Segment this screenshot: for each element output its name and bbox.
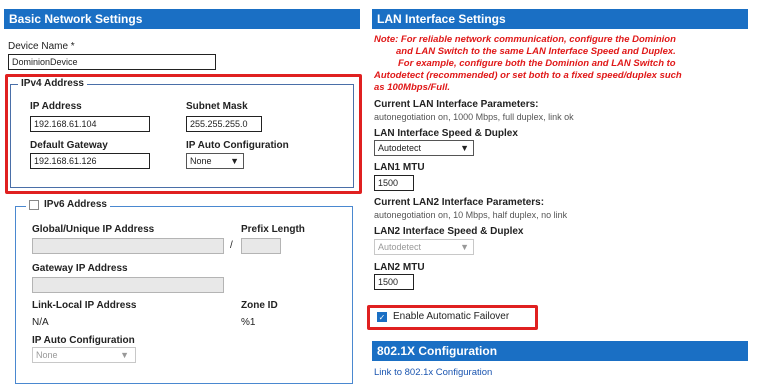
ipv4-legend: IPv4 Address <box>18 78 87 89</box>
lan-speed-label: LAN Interface Speed & Duplex <box>374 128 518 139</box>
dot1x-header: 802.1X Configuration <box>372 341 748 361</box>
chevron-down-icon: ▼ <box>460 143 469 153</box>
lan-note: Note: For reliable network communication… <box>374 34 754 94</box>
lan-interface-settings-title: LAN Interface Settings <box>377 12 506 26</box>
ipv6-legend-group: IPv6 Address <box>26 199 110 210</box>
ipv6-prefix-field[interactable] <box>241 238 281 254</box>
chevron-down-icon: ▼ <box>230 156 239 166</box>
lan2-current-params-value: autonegotiation on, 10 Mbps, half duplex… <box>374 210 568 220</box>
lan-note-line: and LAN Switch to the same LAN Interface… <box>396 46 676 57</box>
ipv6-global-field[interactable] <box>32 238 224 254</box>
ipv4-mask-field[interactable]: 255.255.255.0 <box>186 116 262 132</box>
basic-network-settings-header: Basic Network Settings <box>4 9 360 29</box>
ipv6-prefix-label: Prefix Length <box>241 224 305 235</box>
chevron-down-icon: ▼ <box>120 350 129 360</box>
device-name-label: Device Name * <box>8 41 75 52</box>
ipv4-fieldset <box>10 84 354 188</box>
ipv6-auto-config-select[interactable]: None ▼ <box>32 347 136 363</box>
ipv6-linklocal-label: Link-Local IP Address <box>32 300 137 311</box>
lan2-mtu-label: LAN2 MTU <box>374 262 425 273</box>
ipv4-ip-field[interactable]: 192.168.61.104 <box>30 116 150 132</box>
ipv6-slash: / <box>230 240 233 251</box>
lan-speed-select[interactable]: Autodetect ▼ <box>374 140 474 156</box>
lan2-current-params-label: Current LAN2 Interface Parameters: <box>374 197 545 208</box>
device-name-field[interactable]: DominionDevice <box>8 54 216 70</box>
lan-note-line: For example, configure both the Dominion… <box>398 58 676 69</box>
lan2-speed-select[interactable]: Autodetect ▼ <box>374 239 474 255</box>
ipv4-gateway-field[interactable]: 192.168.61.126 <box>30 153 150 169</box>
ipv4-ip-label: IP Address <box>30 101 82 112</box>
lan1-mtu-field[interactable]: 1500 <box>374 175 414 191</box>
lan1-mtu-label: LAN1 MTU <box>374 162 425 173</box>
lan2-speed-label: LAN2 Interface Speed & Duplex <box>374 226 524 237</box>
ipv4-auto-config-select[interactable]: None ▼ <box>186 153 244 169</box>
lan-note-line: Note: For reliable network communication… <box>374 34 676 45</box>
ipv6-enable-checkbox[interactable] <box>29 199 39 210</box>
dot1x-config-link[interactable]: Link to 802.1x Configuration <box>374 367 492 378</box>
lan-speed-value: Autodetect <box>378 143 422 153</box>
ipv6-zone-label: Zone ID <box>241 300 278 311</box>
ipv6-gateway-field[interactable] <box>32 277 224 293</box>
lan-note-line: Autodetect (recommended) or set both to … <box>374 70 682 81</box>
basic-network-settings-title: Basic Network Settings <box>9 12 143 26</box>
lan-current-params-label: Current LAN Interface Parameters: <box>374 99 539 110</box>
failover-label: Enable Automatic Failover <box>393 311 510 322</box>
ipv6-auto-config-value: None <box>36 350 58 360</box>
ipv6-linklocal-value: N/A <box>32 317 49 328</box>
ipv6-legend: IPv6 Address <box>44 199 107 210</box>
ipv4-mask-label: Subnet Mask <box>186 101 248 112</box>
ipv6-global-label: Global/Unique IP Address <box>32 224 155 235</box>
lan-interface-settings-header: LAN Interface Settings <box>372 9 748 29</box>
ipv6-zone-value: %1 <box>241 317 256 328</box>
lan-note-line: as 100Mbps/Full. <box>374 82 451 93</box>
failover-checkbox[interactable]: ✓ <box>377 311 387 322</box>
lan-current-params-value: autonegotiation on, 1000 Mbps, full dupl… <box>374 112 574 122</box>
dot1x-title: 802.1X Configuration <box>377 344 498 358</box>
ipv6-gateway-label: Gateway IP Address <box>32 263 128 274</box>
failover-option[interactable]: ✓ Enable Automatic Failover <box>377 311 509 322</box>
ipv4-gateway-label: Default Gateway <box>30 140 108 151</box>
ipv4-auto-config-label: IP Auto Configuration <box>186 140 289 151</box>
lan2-speed-value: Autodetect <box>378 242 422 252</box>
lan2-mtu-field[interactable]: 1500 <box>374 274 414 290</box>
chevron-down-icon: ▼ <box>460 242 469 252</box>
ipv6-auto-config-label: IP Auto Configuration <box>32 335 135 346</box>
ipv4-auto-config-value: None <box>190 156 212 166</box>
